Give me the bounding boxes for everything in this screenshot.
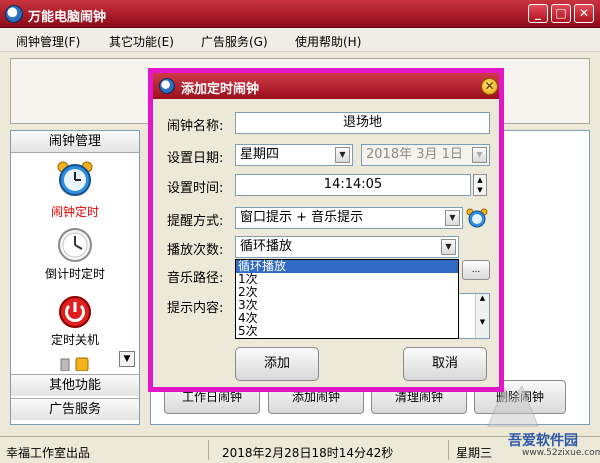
remind-mode-select[interactable]: 窗口提示 + 音乐提示 ▼ [235, 207, 463, 229]
status-datetime: 2018年2月28日18时14分42秒 [222, 446, 394, 460]
play-count-value: 循环播放 [240, 239, 293, 254]
clock-icon [58, 228, 92, 262]
music-path-label: 音乐路径: [167, 271, 224, 286]
maximize-button[interactable]: □ [551, 4, 571, 23]
dropdown-option[interactable]: 2次 [236, 286, 458, 299]
dropdown-option[interactable]: 4次 [236, 312, 458, 325]
status-separator [448, 440, 449, 460]
dropdown-option[interactable]: 3次 [236, 299, 458, 312]
watermark-brand: 吾爱软件园 [508, 433, 578, 449]
nav-item-countdown-label: 倒计时定时 [44, 267, 105, 281]
play-count-dropdown: 循环播放 1次 2次 3次 4次 5次 [235, 259, 459, 339]
left-nav-panel: 闹钟管理 闹钟定时 倒计时定时 定时关机 ▼ 其他功能 广告服务 [10, 130, 140, 425]
weekday-select-value: 星期四 [240, 147, 280, 162]
menu-other-functions[interactable]: 其它功能(E) [109, 33, 174, 50]
chevron-down-icon[interactable]: ▼ [335, 147, 350, 163]
app-window: 万能电脑闹钟 _ □ ✕ 闹钟管理(F) 其它功能(E) 广告服务(G) 使用帮… [0, 0, 600, 463]
minimize-button[interactable]: _ [528, 4, 548, 23]
chevron-down-icon[interactable]: ▼ [445, 210, 460, 226]
title-bar[interactable]: 万能电脑闹钟 _ □ ✕ [0, 0, 600, 28]
alarm-name-input[interactable]: 退场地 [235, 112, 490, 134]
weekday-select[interactable]: 星期四 ▼ [235, 144, 353, 166]
time-input[interactable]: 14:14:05 [235, 174, 471, 196]
nav-item-alarm[interactable]: 闹钟定时 [11, 161, 139, 221]
nav-header[interactable]: 闹钟管理 [11, 131, 139, 153]
remind-mode-value: 窗口提示 + 音乐提示 [240, 210, 364, 225]
power-icon [59, 296, 91, 328]
status-publisher: 幸福工作室出品 [6, 446, 91, 460]
close-button[interactable]: ✕ [574, 4, 594, 23]
menu-help[interactable]: 使用帮助(H) [295, 33, 361, 50]
chevron-down-icon[interactable]: ▼ [441, 239, 456, 255]
browse-music-button[interactable]: ... [462, 260, 490, 280]
date-label: 设置日期: [167, 151, 224, 166]
add-alarm-dialog: 添加定时闹钟 ✕ 闹钟名称: 退场地 设置日期: 星期四 ▼ 2018年 3月 … [148, 68, 504, 392]
menu-ad-service[interactable]: 广告服务(G) [201, 33, 268, 50]
content-scrollbar[interactable]: ▲ ▼ [475, 294, 489, 338]
nav-ad-service[interactable]: 广告服务 [11, 398, 139, 420]
dialog-clock-icon [159, 78, 175, 94]
add-button[interactable]: 添加 [235, 347, 319, 381]
alarm-preview-icon[interactable] [466, 208, 488, 228]
alarm-name-label: 闹钟名称: [167, 119, 224, 134]
chevron-down-icon: ▼ [472, 147, 487, 163]
dropdown-option[interactable]: 5次 [236, 325, 458, 338]
alarm-clock-icon [57, 161, 93, 196]
tools-icon [60, 357, 89, 371]
nav-item-countdown[interactable]: 倒计时定时 [11, 227, 139, 287]
nav-other-functions[interactable]: 其他功能 [11, 374, 139, 396]
menu-alarm-manage[interactable]: 闹钟管理(F) [16, 33, 80, 50]
dialog-close-button[interactable]: ✕ [481, 78, 498, 95]
status-separator [208, 440, 209, 460]
window-title: 万能电脑闹钟 [28, 10, 107, 25]
dropdown-option[interactable]: 循环播放 [236, 260, 458, 273]
time-spinner[interactable]: ▲ ▼ [473, 174, 487, 196]
watermark: 吾爱软件园 www.52zixue.com [480, 380, 600, 460]
nav-scroll-down-button[interactable]: ▼ [119, 351, 135, 367]
app-clock-icon [5, 5, 23, 23]
dialog-title-bar[interactable]: 添加定时闹钟 ✕ [153, 73, 499, 99]
nav-item-shutdown[interactable]: 定时关机 [11, 295, 139, 351]
date-picker: 2018年 3月 1日 ▼ [361, 144, 490, 166]
nav-item-shutdown-label: 定时关机 [50, 333, 99, 347]
dropdown-option[interactable]: 1次 [236, 273, 458, 286]
watermark-url: www.52zixue.com [522, 448, 600, 458]
content-label: 提示内容: [167, 301, 224, 316]
date-picker-value: 2018年 3月 1日 [366, 147, 463, 162]
play-count-select[interactable]: 循环播放 ▼ [235, 236, 459, 258]
nav-item-alarm-label: 闹钟定时 [50, 205, 99, 219]
cancel-button[interactable]: 取消 [403, 347, 487, 381]
menu-bar: 闹钟管理(F) 其它功能(E) 广告服务(G) 使用帮助(H) [0, 28, 600, 52]
time-label: 设置时间: [167, 181, 224, 196]
remind-label: 提醒方式: [167, 214, 224, 229]
play-count-label: 播放次数: [167, 243, 224, 258]
dialog-title: 添加定时闹钟 [181, 82, 260, 97]
